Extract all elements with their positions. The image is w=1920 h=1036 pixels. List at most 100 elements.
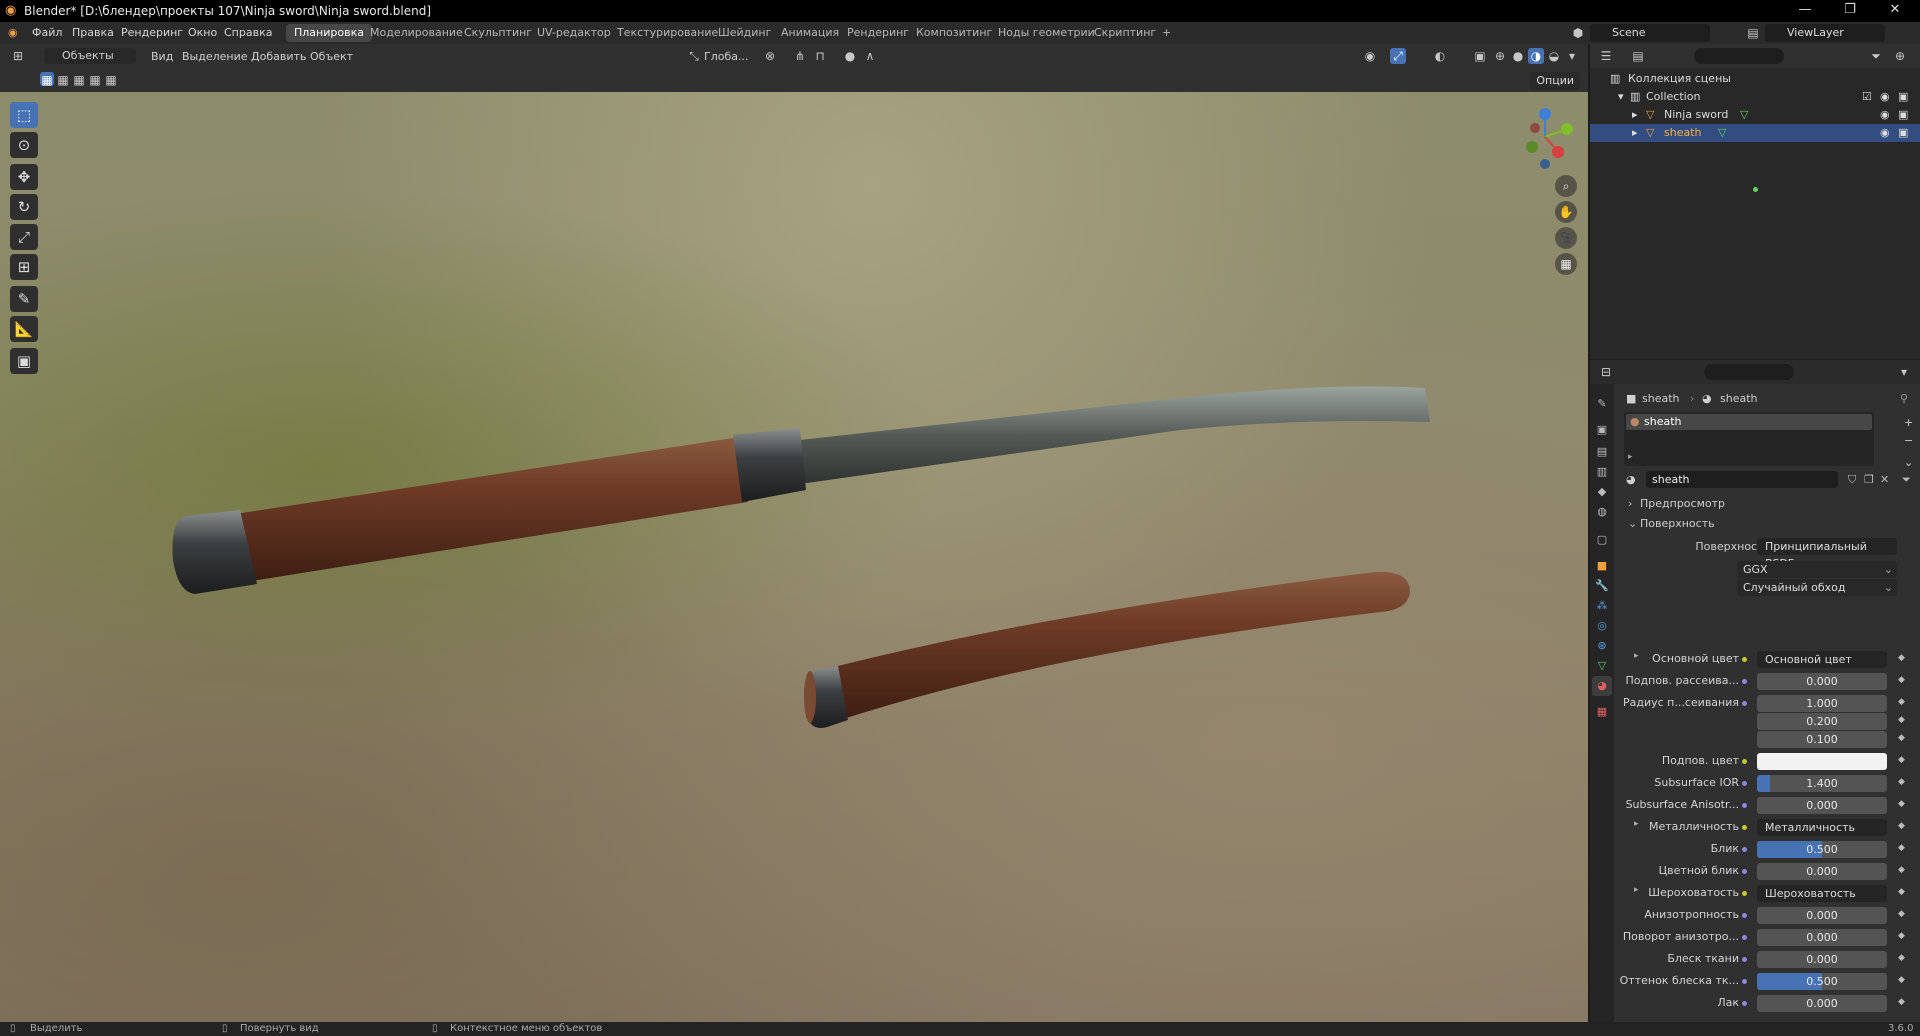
- camera-icon[interactable]: ▣: [1898, 124, 1908, 142]
- tab-rendering[interactable]: Рендеринг: [839, 24, 917, 42]
- outliner-editor-icon[interactable]: ☰: [1598, 48, 1614, 64]
- socket-icon[interactable]: [1742, 891, 1747, 896]
- keyframe-icon[interactable]: ◆: [1898, 843, 1905, 853]
- material-slot-item[interactable]: ● sheath: [1626, 414, 1872, 430]
- tool-tab-icon[interactable]: ✎: [1592, 394, 1612, 414]
- tab-uv-editing[interactable]: UV-редактор: [529, 24, 619, 42]
- socket-icon[interactable]: [1742, 957, 1747, 962]
- wireframe-shading-icon[interactable]: ⊕: [1492, 48, 1508, 64]
- surface-shader-field[interactable]: Принципиальный BSDF: [1757, 538, 1897, 570]
- linked-input-field[interactable]: Металличность: [1757, 819, 1887, 836]
- overlays-icon[interactable]: ◐: [1432, 48, 1448, 64]
- scene-icon[interactable]: ⬢: [1570, 25, 1586, 41]
- add-cube-tool[interactable]: ▣: [10, 348, 38, 374]
- keyframe-icon[interactable]: ◆: [1898, 909, 1905, 919]
- keyframe-icon[interactable]: ◆: [1898, 865, 1905, 875]
- keyframe-icon[interactable]: ◆: [1898, 675, 1905, 685]
- distribution-dropdown[interactable]: GGX ⌄: [1737, 561, 1897, 578]
- outliner-row-collection[interactable]: ▾ ▥ Collection ☑ ◉ ▣: [1590, 88, 1920, 106]
- socket-icon[interactable]: [1742, 657, 1747, 662]
- restore-button[interactable]: ❐: [1830, 2, 1870, 20]
- gizmo-icon[interactable]: ⤢: [1390, 48, 1406, 64]
- transform-orientation-icon[interactable]: ⤡: [686, 48, 702, 64]
- view-layer-tab-icon[interactable]: ▥: [1592, 462, 1612, 482]
- mode-dropdown[interactable]: Объекты: [44, 48, 136, 64]
- socket-icon[interactable]: [1742, 1001, 1747, 1006]
- panel-expand-icon[interactable]: ⌄: [1628, 517, 1637, 530]
- tab-animation[interactable]: Анимация: [773, 24, 847, 42]
- material-options-icon[interactable]: ⏷: [1902, 473, 1911, 487]
- pin-icon[interactable]: ⚲: [1900, 392, 1908, 405]
- view-layer-field[interactable]: ViewLayer: [1765, 24, 1885, 42]
- value-slider[interactable]: 0.100: [1757, 731, 1887, 748]
- visibility-icon[interactable]: ◉: [1362, 48, 1378, 64]
- close-button[interactable]: ✕: [1875, 2, 1915, 20]
- collection-tab-icon[interactable]: ▢: [1592, 530, 1612, 550]
- scene-tab-icon[interactable]: ◆: [1592, 482, 1612, 502]
- value-slider[interactable]: 0.200: [1757, 713, 1887, 730]
- value-slider[interactable]: 1.400: [1757, 775, 1887, 792]
- rendered-shading-icon[interactable]: ◒: [1546, 48, 1562, 64]
- view-layer-icon[interactable]: ▤: [1745, 25, 1761, 41]
- solid-shading-icon[interactable]: ●: [1510, 48, 1526, 64]
- physics-tab-icon[interactable]: ◎: [1592, 616, 1612, 636]
- cursor-tool[interactable]: ⊙: [10, 132, 38, 158]
- xray-icon[interactable]: ▣: [1472, 48, 1488, 64]
- value-slider[interactable]: 0.500: [1757, 841, 1887, 858]
- tab-texture-paint[interactable]: Текстурирование: [609, 24, 726, 42]
- color-swatch[interactable]: [1757, 753, 1887, 770]
- pivot-icon[interactable]: ⊗: [762, 48, 778, 64]
- fake-user-icon[interactable]: ⛉: [1848, 473, 1856, 487]
- socket-icon[interactable]: [1742, 701, 1747, 706]
- material-name-field[interactable]: sheath: [1646, 471, 1838, 488]
- scene-field[interactable]: Scene: [1590, 24, 1710, 42]
- shading-options-icon[interactable]: ▾: [1564, 48, 1580, 64]
- value-slider[interactable]: 0.000: [1757, 951, 1887, 968]
- object-tab-icon[interactable]: ■: [1592, 556, 1612, 576]
- keyframe-icon[interactable]: ◆: [1898, 975, 1905, 985]
- zoom-icon[interactable]: ⌕: [1555, 175, 1577, 197]
- socket-icon[interactable]: [1742, 935, 1747, 940]
- value-slider[interactable]: 0.500: [1757, 973, 1887, 990]
- eye-icon[interactable]: ◉: [1880, 106, 1890, 124]
- keyframe-icon[interactable]: ◆: [1898, 733, 1905, 743]
- menu-view[interactable]: Вид: [151, 50, 173, 63]
- 3d-viewport[interactable]: ⬚ ⊙ ✥ ↻ ⤢ ⊞ ✎ 📐 ▣ ⌕ ✋ 🎥 ▦: [0, 92, 1588, 1022]
- menu-edit[interactable]: Правка: [72, 26, 114, 39]
- panel-collapse-icon[interactable]: ›: [1628, 497, 1632, 510]
- annotate-tool[interactable]: ✎: [10, 286, 38, 312]
- outliner-row-ninja-sword[interactable]: ▸ ▽ Ninja sword ▽ ◉ ▣: [1590, 106, 1920, 124]
- slot-specials-button[interactable]: ⌄: [1904, 456, 1913, 469]
- socket-icon[interactable]: [1742, 781, 1747, 786]
- keyframe-icon[interactable]: ◆: [1898, 821, 1905, 831]
- browse-material-icon[interactable]: ◕: [1626, 473, 1636, 486]
- select-intersect-icon[interactable]: ▦: [104, 72, 118, 87]
- pan-hand-icon[interactable]: ✋: [1555, 201, 1577, 223]
- add-slot-button[interactable]: +: [1904, 416, 1913, 429]
- outliner-search-input[interactable]: [1694, 48, 1784, 64]
- camera-view-icon[interactable]: 🎥: [1555, 227, 1577, 249]
- value-slider[interactable]: 0.000: [1757, 929, 1887, 946]
- tab-sculpting[interactable]: Скульптинг: [456, 24, 540, 42]
- tab-compositing[interactable]: Композитинг: [908, 24, 1000, 42]
- expand-input-icon[interactable]: ▸: [1634, 651, 1639, 661]
- socket-icon[interactable]: [1742, 913, 1747, 918]
- new-collection-icon[interactable]: ⊕: [1892, 48, 1908, 64]
- rotate-tool[interactable]: ↻: [10, 194, 38, 220]
- value-slider[interactable]: 0.000: [1757, 907, 1887, 924]
- add-workspace-button[interactable]: +: [1154, 24, 1179, 42]
- keyframe-icon[interactable]: ◆: [1898, 697, 1905, 707]
- socket-icon[interactable]: [1742, 869, 1747, 874]
- outliner-row-scene-collection[interactable]: ▥ Коллекция сцены: [1590, 70, 1920, 88]
- snap-target-icon[interactable]: ⊓: [812, 48, 828, 64]
- subsurface-method-dropdown[interactable]: Случайный обход ⌄: [1737, 579, 1897, 596]
- measure-tool[interactable]: 📐: [10, 316, 38, 342]
- eye-icon[interactable]: ◉: [1880, 124, 1890, 142]
- filter-icon[interactable]: ⏷: [1868, 48, 1884, 64]
- camera-icon[interactable]: ▣: [1898, 88, 1908, 106]
- unlink-material-icon[interactable]: ✕: [1880, 473, 1889, 486]
- keyframe-icon[interactable]: ◆: [1898, 715, 1905, 725]
- socket-icon[interactable]: [1742, 979, 1747, 984]
- minimize-button[interactable]: —: [1785, 2, 1825, 20]
- keyframe-icon[interactable]: ◆: [1898, 799, 1905, 809]
